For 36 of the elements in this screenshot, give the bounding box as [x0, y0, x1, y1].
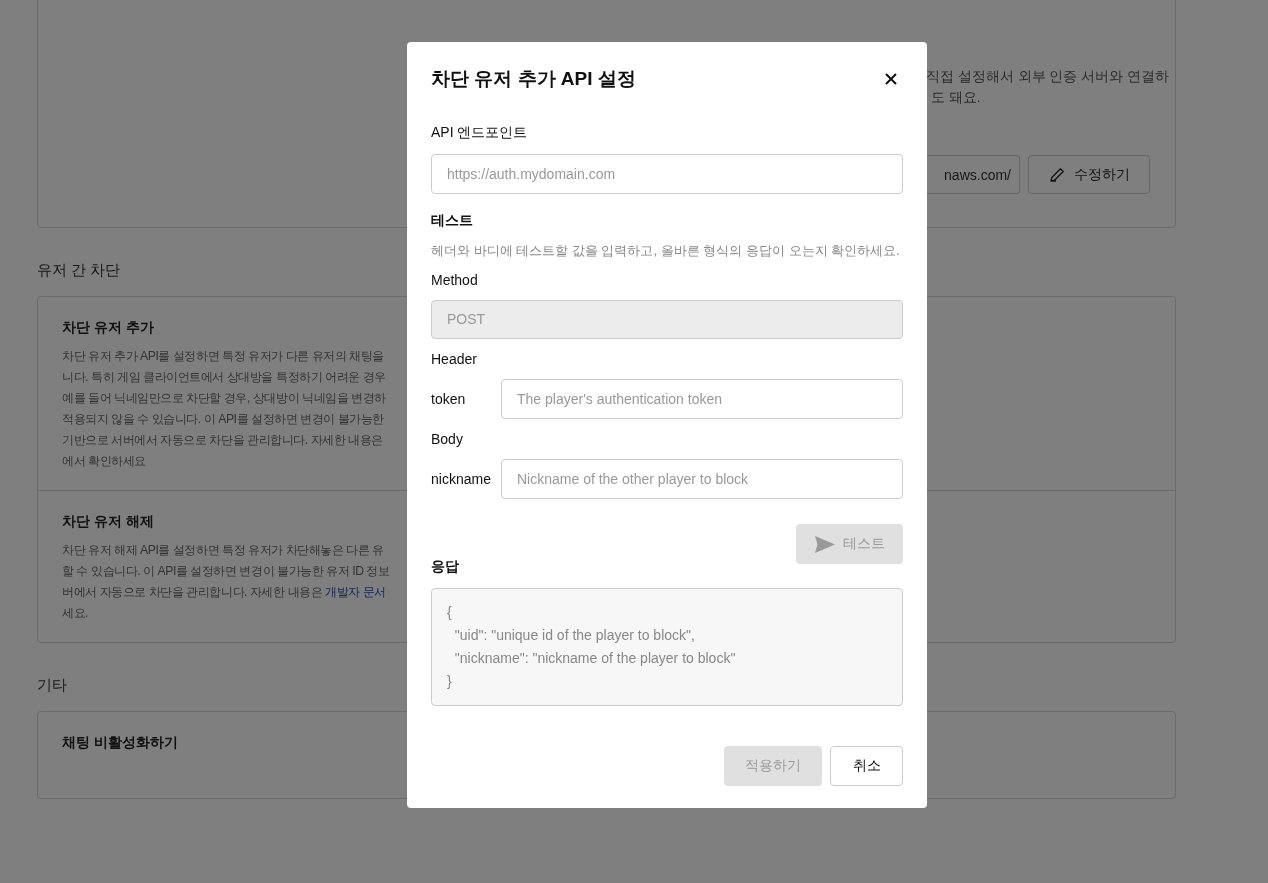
- endpoint-input[interactable]: https://auth.mydomain.com: [431, 154, 903, 194]
- send-icon: [814, 535, 835, 553]
- item-title: 채팅 비활성화하기: [62, 734, 179, 752]
- param-input[interactable]: Nickname of the other player to block: [501, 459, 903, 499]
- field-label: API 엔드포인트: [431, 124, 529, 143]
- response-box: { "uid": "unique id of the player to block", "nickname": "nickname of the player to block" }: [431, 588, 903, 706]
- description-line: 차단 유저 추가 API를 설정하면 특정 유저가 다른 유저의 채팅을: [62, 349, 384, 363]
- description-line: 버에서 자동으로 차단을 관리합니다. 자세한 내용은: [62, 585, 324, 599]
- auth-description: 직접 설정해서 외부 인증 서버와 연결하: [926, 68, 1170, 86]
- description-line: 차단 유저 해제 API를 설정하면 특정 유저가 차단해놓은 다른 유: [62, 543, 384, 557]
- item-title: 차단 유저 해제: [62, 513, 155, 531]
- auth-description: 도 돼요.: [930, 89, 982, 107]
- section-label: 테스트: [431, 211, 474, 230]
- description-line: 기반으로 서버에서 자동으로 차단을 관리합니다. 자세한 내용은: [62, 433, 383, 447]
- close-icon: [885, 72, 897, 85]
- field-label: Header: [431, 351, 478, 367]
- param-name: token: [431, 391, 467, 407]
- description-line: 에서 확인하세요: [62, 454, 146, 468]
- dialog-title: 차단 유저 추가 API 설정: [431, 66, 636, 91]
- section-label: 응답: [431, 558, 460, 576]
- section-title: 유저 간 차단: [37, 261, 121, 280]
- pencil-icon: [1048, 166, 1066, 183]
- docs-link[interactable]: 개발자 문서: [325, 585, 386, 599]
- test-description: 헤더와 바디에 테스트할 값을 입력하고, 올바른 형식의 응답이 오는지 확인하세요.: [431, 241, 901, 260]
- field-label: Method: [431, 271, 479, 288]
- description-line: 할 수 있습니다. 이 API를 설정하면 변경이 불가능한 유저 ID 정보: [62, 564, 390, 578]
- edit-button[interactable]: 수정하기: [1028, 155, 1150, 194]
- section-title: 기타: [37, 676, 67, 695]
- description-line: 예를 들어 닉네임만으로 차단할 경우, 상대방이 닉네임을 변경하: [62, 391, 386, 405]
- description-line: 니다. 특히 게임 클라이언트에서 상대방을 특정하기 어려운 경우: [62, 370, 386, 384]
- param-name: nickname: [431, 471, 492, 487]
- description-line: 세요.: [62, 606, 89, 620]
- description-line: 적용되지 않을 수 있습니다. 이 API를 설정하면 변경이 불가능한: [62, 412, 384, 426]
- cancel-button[interactable]: 취소: [830, 746, 903, 786]
- param-input[interactable]: The player's authentication token: [501, 379, 903, 419]
- field-label: Body: [431, 431, 464, 447]
